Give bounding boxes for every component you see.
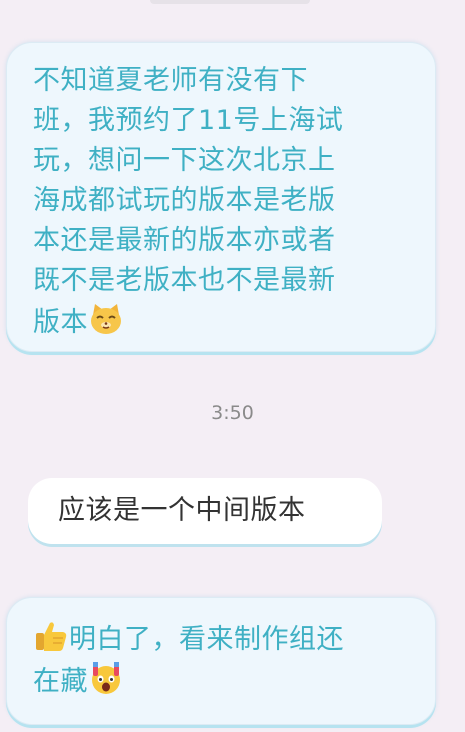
message-line: 既不是老版本也不是最新 (33, 265, 336, 296)
message-line: 玩，想问一下这次北京上 (33, 145, 336, 176)
message-line-last: 版本 (33, 301, 417, 343)
message-line-last: 在藏 (33, 660, 419, 702)
cat-face-emoji-icon (91, 304, 121, 334)
timestamp: 3:50 (211, 402, 254, 424)
message-text: 应该是一个中间版本 (58, 495, 306, 526)
message-line-text: 版本 (33, 307, 88, 338)
outgoing-message-bubble[interactable]: 应该是一个中间版本 (28, 478, 382, 544)
incoming-message-bubble[interactable]: 不知道夏老师有没有下 班，我预约了11号上海试 玩，想问一下这次北京上 海成都试… (6, 42, 436, 352)
message-line: 本还是最新的版本亦或者 (33, 225, 336, 256)
message-line-first: 明白了，看来制作组还 (33, 618, 419, 660)
message-line: 不知道夏老师有没有下 (33, 65, 308, 96)
message-line-text: 明白了，看来制作组还 (69, 624, 344, 655)
chat-view: 不知道夏老师有没有下 班，我预约了11号上海试 玩，想问一下这次北京上 海成都试… (0, 0, 465, 732)
incoming-message-bubble[interactable]: 明白了，看来制作组还 在藏 (6, 597, 436, 725)
top-divider (150, 0, 310, 4)
thumbs-up-emoji-icon (36, 622, 67, 651)
message-line: 海成都试玩的版本是老版 (33, 185, 336, 216)
message-line: 班，我预约了11号上海试 (33, 105, 344, 136)
shocked-face-emoji-icon (92, 662, 120, 694)
message-line-text: 在藏 (33, 666, 88, 697)
